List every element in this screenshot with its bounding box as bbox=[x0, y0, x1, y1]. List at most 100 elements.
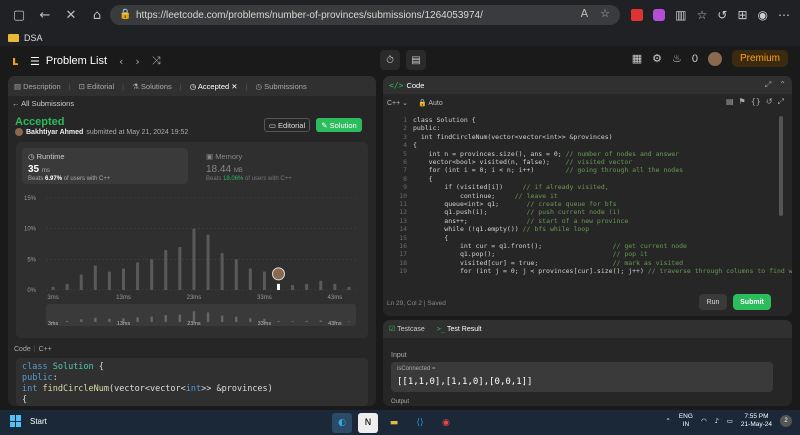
editor-scrollbar[interactable] bbox=[779, 116, 783, 216]
chart-bar[interactable] bbox=[234, 259, 238, 290]
favorites-icon[interactable]: ☆ bbox=[697, 8, 708, 22]
code-line[interactable]: while (!q1.empty()) // bfs while loop bbox=[413, 225, 589, 233]
bookmark-dsa[interactable]: DSA bbox=[24, 33, 43, 43]
code-line[interactable]: queue<int> q1; // create queue for bfs bbox=[413, 200, 616, 208]
premium-button[interactable]: Premium bbox=[731, 50, 788, 67]
code-line[interactable]: class Solution { bbox=[413, 116, 476, 124]
code-line[interactable]: public: bbox=[413, 124, 440, 132]
code-line[interactable]: visited[cur] = true; // mark as visited bbox=[413, 259, 683, 267]
shuffle-icon[interactable]: ⤨ bbox=[152, 54, 161, 68]
code-line[interactable]: q1.push(i); // push current node (i) bbox=[413, 208, 620, 216]
code-line[interactable]: { bbox=[413, 234, 448, 242]
streak-fire-icon[interactable]: ♨ bbox=[672, 52, 682, 65]
code-line[interactable]: vector<bool> visited(n, false); // visit… bbox=[413, 158, 633, 166]
chart-bar[interactable] bbox=[262, 271, 266, 290]
battery-icon[interactable]: ▭ bbox=[727, 417, 733, 425]
maximize-icon[interactable]: ⤢ bbox=[765, 80, 771, 90]
code-line[interactable]: int findCircleNum(vector<vector<int>> &p… bbox=[413, 133, 613, 141]
problem-list-link[interactable]: Problem List bbox=[46, 55, 107, 67]
more-menu-icon[interactable]: ⋯ bbox=[778, 8, 790, 22]
reset-icon[interactable]: ↺ bbox=[766, 97, 773, 107]
address-bar[interactable]: 🔒 https://leetcode.com/problems/number-o… bbox=[110, 5, 620, 25]
chart-bar[interactable] bbox=[319, 280, 323, 290]
notification-badge[interactable]: 2 bbox=[780, 415, 792, 427]
chart-bar[interactable] bbox=[305, 283, 309, 290]
notion-app-icon[interactable]: N bbox=[358, 413, 378, 433]
file-explorer-icon[interactable]: ▬ bbox=[384, 413, 404, 433]
volume-icon[interactable]: ♪ bbox=[715, 417, 719, 425]
language-indicator[interactable]: ENG IN bbox=[679, 413, 693, 429]
tab-accepted[interactable]: ◷ Accepted ✕ bbox=[190, 82, 238, 91]
code-line[interactable]: for (int j = 0; j < provinces[cur].size(… bbox=[413, 267, 792, 275]
chart-bar[interactable] bbox=[333, 283, 337, 290]
editorial-button[interactable]: ▭ Editorial bbox=[264, 118, 310, 132]
chart-bar[interactable] bbox=[122, 268, 125, 290]
tab-test-result[interactable]: >_ Test Result bbox=[437, 325, 482, 333]
chart-bar[interactable] bbox=[150, 259, 154, 290]
settings-icon[interactable]: ⚙ bbox=[652, 52, 662, 65]
layout-icon[interactable]: ▦ bbox=[632, 52, 642, 65]
run-button[interactable]: Run bbox=[699, 294, 727, 310]
all-submissions-link[interactable]: ← All Submissions bbox=[12, 99, 74, 108]
chart-bar[interactable] bbox=[347, 286, 351, 290]
chart-bar[interactable] bbox=[206, 234, 210, 290]
author-name[interactable]: Bakhtiyar Ahmed bbox=[26, 129, 83, 136]
timer-icon[interactable]: ⏱ bbox=[380, 50, 400, 70]
code-line[interactable]: int cur = q1.front(); // get current nod… bbox=[413, 242, 687, 250]
braces-icon[interactable]: {} bbox=[751, 97, 761, 107]
favorite-star-icon[interactable]: ☆ bbox=[600, 7, 610, 20]
chart-bar[interactable] bbox=[79, 274, 83, 290]
code-line[interactable]: { bbox=[413, 175, 433, 183]
code-line[interactable]: if (visited[i]) // if already visited, bbox=[413, 183, 608, 191]
chart-bar[interactable] bbox=[65, 283, 69, 290]
chart-bar[interactable] bbox=[291, 285, 295, 290]
code-line[interactable]: q1.pop(); // pop it bbox=[413, 250, 648, 258]
back-icon[interactable]: ← bbox=[32, 2, 58, 28]
chart-bar[interactable] bbox=[51, 286, 55, 290]
chart-range-selector[interactable] bbox=[46, 304, 356, 326]
note-icon[interactable]: ▤ bbox=[726, 97, 734, 107]
chart-bar[interactable] bbox=[136, 262, 140, 290]
chart-bar[interactable] bbox=[192, 228, 196, 290]
history-icon[interactable]: ↺ bbox=[717, 8, 727, 22]
collections-icon[interactable]: ⊞ bbox=[737, 8, 747, 22]
chart-bar[interactable] bbox=[277, 283, 280, 290]
fullscreen-icon[interactable]: ⤢ bbox=[778, 97, 784, 107]
chart-bar[interactable] bbox=[220, 253, 224, 290]
tab-submissions[interactable]: ◷ Submissions bbox=[256, 82, 307, 91]
code-editor[interactable]: 1 class Solution {2 public: 3 int findCircl… bbox=[383, 113, 792, 297]
read-aloud-icon[interactable]: A bbox=[581, 7, 589, 20]
split-screen-icon[interactable]: ▥ bbox=[675, 8, 686, 22]
notes-icon[interactable]: ▤ bbox=[406, 50, 426, 70]
submit-button[interactable]: Submit bbox=[733, 294, 771, 310]
profile-icon[interactable]: ◉ bbox=[758, 8, 768, 22]
runtime-box[interactable]: ◷ Runtime 35 ms Beats 6.97% of users wit… bbox=[22, 148, 188, 184]
wifi-icon[interactable]: ◠ bbox=[701, 417, 707, 425]
next-problem-icon[interactable]: › bbox=[135, 55, 139, 68]
tab-editorial[interactable]: ⊡ Editorial bbox=[79, 82, 114, 91]
language-select[interactable]: C++ ⌄ bbox=[387, 99, 408, 107]
chart-bar[interactable] bbox=[107, 271, 111, 290]
auto-mode[interactable]: 🔒 Auto bbox=[418, 99, 443, 107]
chart-bar[interactable] bbox=[164, 250, 168, 290]
tray-chevron-icon[interactable]: ⌃ bbox=[665, 417, 670, 425]
edge-app-icon[interactable]: ◐ bbox=[332, 413, 352, 433]
code-line[interactable]: ans++; // start of a new province bbox=[413, 217, 628, 225]
window-menu-icon[interactable]: ▢ bbox=[6, 2, 32, 28]
vscode-app-icon[interactable]: ⟨⟩ bbox=[410, 413, 430, 433]
close-tab-icon[interactable]: ✕ bbox=[58, 2, 84, 28]
extension-purple-icon[interactable] bbox=[653, 9, 666, 21]
runtime-distribution-chart[interactable]: 15% 10% 5% 0% 3ms 13ms 23ms 33ms 43ms 3ms 13ms 23ms… bbox=[16, 192, 368, 338]
chrome-app-icon[interactable]: ◉ bbox=[436, 413, 456, 433]
start-button[interactable]: Start bbox=[10, 415, 47, 427]
code-line[interactable]: continue; // leave it bbox=[413, 192, 558, 200]
code-line[interactable]: { bbox=[413, 141, 417, 149]
solution-button[interactable]: ✎ Solution bbox=[316, 118, 362, 132]
memory-label[interactable]: Memory bbox=[215, 152, 242, 161]
clock[interactable]: 7:55 PM 21-May-24 bbox=[741, 413, 772, 429]
prev-problem-icon[interactable]: ‹ bbox=[119, 55, 123, 68]
tab-description[interactable]: ▤ Description bbox=[14, 82, 61, 91]
user-avatar[interactable] bbox=[707, 51, 722, 66]
code-line[interactable]: for (int i = 0; i < n; i++) // going thr… bbox=[413, 166, 683, 174]
tab-testcase[interactable]: ☑ Testcase bbox=[389, 325, 425, 333]
